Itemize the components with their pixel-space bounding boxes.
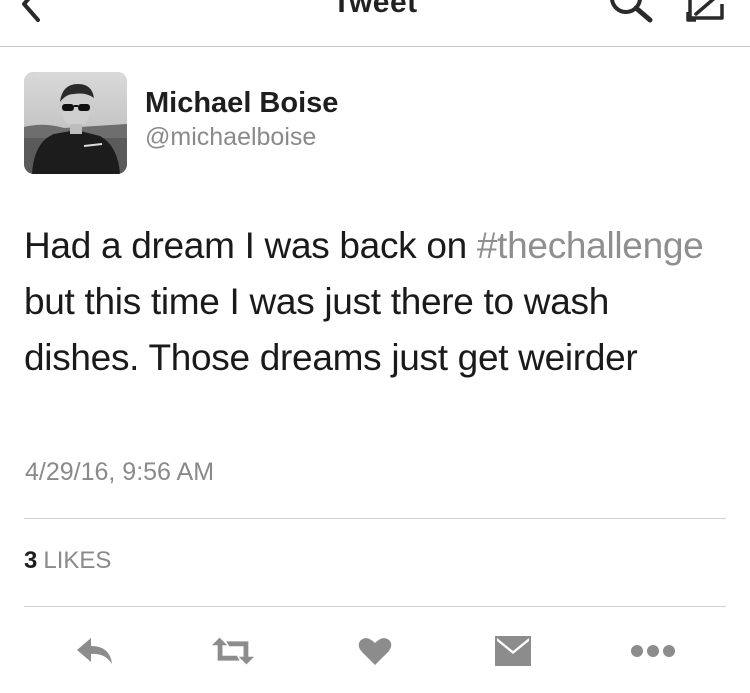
likes-stat[interactable]: 3 LIKES: [24, 547, 111, 575]
likes-count: 3: [24, 547, 38, 574]
more-button[interactable]: [630, 628, 676, 674]
nav-bar: Tweet: [0, 0, 750, 47]
direct-message-icon: [495, 636, 531, 666]
avatar-photo: [24, 72, 127, 174]
author-handle[interactable]: @michaelboise: [145, 123, 316, 152]
author-name[interactable]: Michael Boise: [145, 87, 338, 120]
retweet-icon: [211, 637, 255, 665]
reply-button[interactable]: [72, 628, 118, 674]
avatar[interactable]: [24, 72, 127, 174]
direct-message-button[interactable]: [490, 628, 536, 674]
heart-icon: [358, 638, 392, 665]
tweet-text-after: but this time I was just there to wash d…: [24, 281, 638, 378]
hashtag-link[interactable]: #thechallenge: [477, 225, 704, 266]
retweet-button[interactable]: [210, 628, 256, 674]
search-icon[interactable]: [606, 0, 656, 26]
like-button[interactable]: [352, 628, 398, 674]
tweet-text: Had a dream I was back on #thechallenge …: [24, 218, 724, 386]
tweet-text-before: Had a dream I was back on: [24, 225, 477, 266]
tweet-timestamp: 4/29/16, 9:56 AM: [25, 458, 215, 486]
reply-icon: [77, 638, 112, 664]
divider: [24, 606, 726, 607]
compose-icon[interactable]: [682, 0, 730, 26]
more-icon: [631, 645, 675, 657]
divider: [24, 518, 726, 519]
likes-label: LIKES: [43, 547, 112, 574]
